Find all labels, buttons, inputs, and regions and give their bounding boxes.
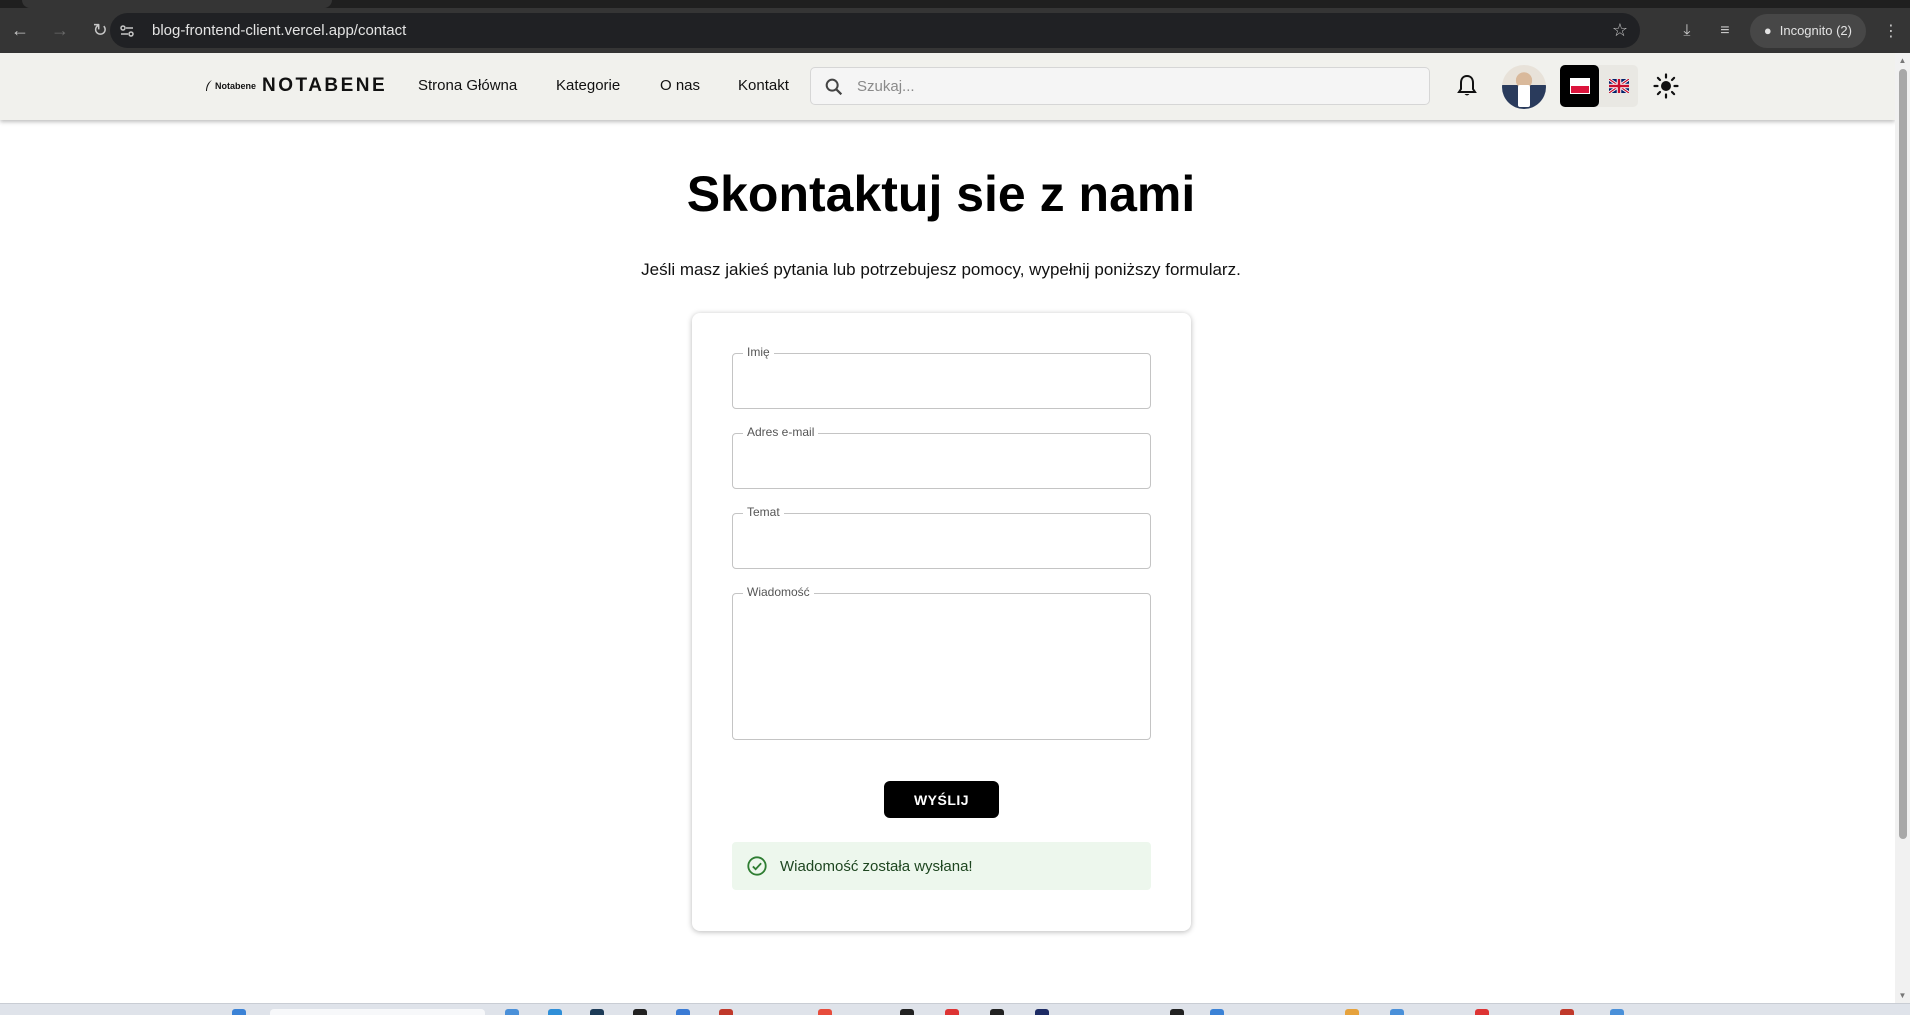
user-avatar[interactable]	[1502, 65, 1546, 109]
scroll-thumb[interactable]	[1899, 69, 1907, 839]
browser-toolbar: ← → ↻ blog-frontend-client.vercel.app/co…	[0, 8, 1910, 53]
taskbar-app-icon[interactable]	[633, 1009, 647, 1015]
nav-about[interactable]: O nas	[660, 77, 700, 94]
name-field[interactable]: Imię	[732, 345, 1151, 409]
flag-uk-icon	[1608, 79, 1629, 93]
email-field[interactable]: Adres e-mail	[732, 425, 1151, 489]
search-input[interactable]	[857, 68, 1417, 104]
message-textarea[interactable]	[733, 594, 1150, 739]
address-url[interactable]: blog-frontend-client.vercel.app/contact	[152, 22, 406, 39]
subject-field[interactable]: Temat	[732, 505, 1151, 569]
taskbar-app-icon[interactable]	[945, 1009, 959, 1015]
browser-active-tab[interactable]	[22, 0, 332, 8]
site-info-icon[interactable]	[110, 23, 144, 39]
scroll-down-icon[interactable]: ▼	[1898, 991, 1907, 1000]
browser-tabstrip	[0, 0, 1910, 8]
taskbar-app-icon[interactable]	[505, 1009, 519, 1015]
incognito-label: Incognito (2)	[1779, 23, 1852, 38]
os-taskbar	[0, 1003, 1910, 1015]
lang-en-button[interactable]	[1599, 65, 1638, 107]
incognito-icon: ●	[1763, 23, 1772, 38]
taskbar-app-icon[interactable]	[900, 1009, 914, 1015]
taskbar-app-icon[interactable]	[719, 1009, 733, 1015]
taskbar-app-icon[interactable]	[1610, 1009, 1624, 1015]
bookmark-star-icon[interactable]: ☆	[1612, 20, 1628, 41]
page-title: Skontaktuj sie z nami	[686, 166, 1196, 222]
download-icon[interactable]: ⤓	[1668, 12, 1706, 50]
taskbar-app-icon[interactable]	[1170, 1009, 1184, 1015]
nav-home[interactable]: Strona Główna	[418, 77, 517, 94]
taskbar-app-icon[interactable]	[590, 1009, 604, 1015]
media-queue-icon[interactable]: ≡	[1706, 12, 1744, 50]
taskbar-app-icon[interactable]	[676, 1009, 690, 1015]
lang-pl-button[interactable]	[1560, 65, 1599, 107]
check-circle-icon	[747, 856, 767, 876]
forward-icon[interactable]: →	[40, 11, 80, 51]
taskbar-app-icon[interactable]	[1210, 1009, 1224, 1015]
submit-button[interactable]: WYŚLIJ	[884, 781, 999, 818]
email-input[interactable]	[733, 434, 1150, 488]
search-bar[interactable]	[810, 67, 1430, 105]
browser-menu-icon[interactable]: ⋮	[1872, 12, 1910, 50]
name-input[interactable]	[733, 354, 1150, 408]
page-subtitle: Jeśli masz jakieś pytania lub potrzebuje…	[641, 260, 1241, 279]
taskbar-app-icon[interactable]	[1345, 1009, 1359, 1015]
taskbar-app-icon[interactable]	[1035, 1009, 1049, 1015]
message-field[interactable]: Wiadomość	[732, 585, 1151, 740]
address-bar[interactable]: blog-frontend-client.vercel.app/contact …	[110, 13, 1640, 48]
start-icon[interactable]	[232, 1009, 246, 1015]
taskbar-app-icon[interactable]	[1560, 1009, 1574, 1015]
page-scrollbar[interactable]: ▲ ▼	[1895, 53, 1910, 1003]
nav-contact[interactable]: Kontakt	[738, 77, 789, 94]
logo-text[interactable]: NOTABENE	[262, 75, 387, 97]
language-switcher	[1560, 65, 1638, 107]
feather-icon	[206, 80, 212, 91]
incognito-indicator[interactable]: ● Incognito (2)	[1749, 13, 1866, 48]
scroll-up-icon[interactable]: ▲	[1898, 56, 1907, 65]
site-header: Notabene NOTABENE Strona Główna Kategori…	[0, 53, 1895, 120]
taskbar-app-icon[interactable]	[990, 1009, 1004, 1015]
logo-small-text: Notabene	[215, 81, 257, 91]
success-message: Wiadomość została wysłana!	[780, 857, 973, 875]
subject-input[interactable]	[733, 514, 1150, 568]
sun-icon[interactable]	[1653, 73, 1679, 99]
taskbar-app-icon[interactable]	[1475, 1009, 1489, 1015]
taskbar-app-icon[interactable]	[1390, 1009, 1404, 1015]
contact-form: Imię Adres e-mail Temat Wiadomość WYŚLIJ…	[692, 313, 1191, 931]
flag-pl-icon	[1569, 78, 1590, 94]
logo-small[interactable]: Notabene	[205, 80, 256, 92]
taskbar-app-icon[interactable]	[548, 1009, 562, 1015]
success-alert: Wiadomość została wysłana!	[732, 842, 1151, 890]
search-icon	[825, 78, 843, 96]
nav-categories[interactable]: Kategorie	[556, 77, 620, 94]
taskbar-search[interactable]	[270, 1009, 485, 1015]
taskbar-app-icon[interactable]	[818, 1009, 832, 1015]
back-icon[interactable]: ←	[0, 11, 40, 51]
bell-icon[interactable]	[1455, 73, 1479, 99]
